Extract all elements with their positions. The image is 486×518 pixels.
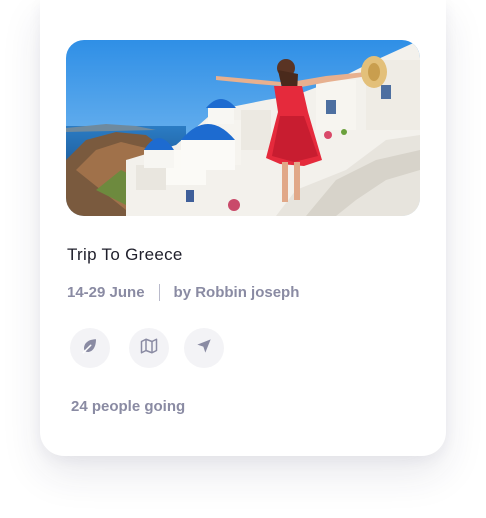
trip-title: Trip To Greece — [67, 245, 183, 264]
trip-meta: 14-29 June by Robbin joseph — [67, 284, 299, 301]
trip-dates: 14-29 June — [67, 284, 145, 301]
attendance-count: 24 people going — [71, 398, 186, 415]
leaf-button[interactable] — [70, 328, 110, 368]
navigate-button[interactable] — [184, 328, 224, 368]
map-button[interactable] — [129, 328, 169, 368]
trip-author: by Robbin joseph — [173, 284, 300, 301]
navigation-arrow-icon — [196, 338, 212, 359]
meta-divider — [158, 284, 160, 301]
leaf-icon — [81, 337, 99, 360]
trip-photo — [66, 40, 420, 216]
trip-card[interactable]: Trip To Greece 14-29 June by Robbin jose… — [40, 0, 446, 456]
trip-actions — [70, 328, 224, 368]
map-icon — [140, 337, 158, 360]
